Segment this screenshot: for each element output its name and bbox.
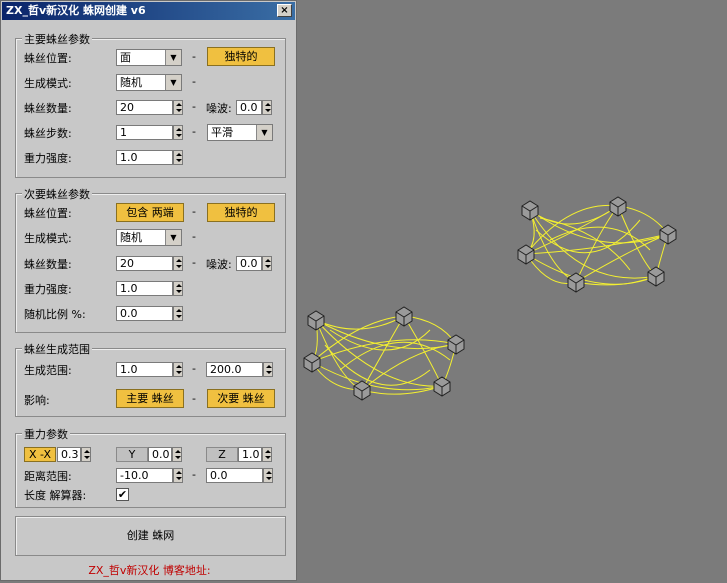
mode-select[interactable]: 随机 ▼ bbox=[116, 74, 182, 91]
dash: - bbox=[192, 50, 196, 63]
gravity-label: 重力强度: bbox=[24, 152, 72, 165]
dash: - bbox=[192, 256, 196, 269]
noise-input[interactable]: 0.0 bbox=[236, 256, 262, 271]
range-label: 生成范围: bbox=[24, 364, 72, 377]
primary-web-group: 主要蛛丝参数 蛛丝位置: 面 ▼ - 独特的 生成模式: 随机 ▼ - 蛛丝数量: … bbox=[15, 31, 286, 178]
distance-min-spinner[interactable] bbox=[173, 468, 183, 483]
mode-label: 生成模式: bbox=[24, 232, 72, 245]
steps-spinner[interactable] bbox=[173, 125, 183, 140]
gravity-spinner[interactable] bbox=[173, 281, 183, 296]
chevron-down-icon: ▼ bbox=[165, 50, 181, 65]
noise-label: 噪波: bbox=[206, 102, 232, 115]
group-title: 次要蛛丝参数 bbox=[22, 186, 92, 202]
group-title: 蛛丝生成范围 bbox=[22, 341, 92, 357]
gravity-group: 重力参数 X -X 0.3 Y 0.0 Z 1.0 距离范围: -10.0 - … bbox=[15, 426, 286, 508]
group-title: 主要蛛丝参数 bbox=[22, 31, 92, 47]
close-button[interactable]: × bbox=[277, 4, 292, 17]
noise-spinner[interactable] bbox=[262, 100, 272, 115]
ratio-spinner[interactable] bbox=[173, 306, 183, 321]
smooth-value: 平滑 bbox=[211, 126, 233, 139]
range-group: 蛛丝生成范围 生成范围: 1.0 - 200.0 影响: 主要 蛛丝 - 次要 … bbox=[15, 341, 286, 417]
chevron-down-icon: ▼ bbox=[165, 230, 181, 245]
position-label: 蛛丝位置: bbox=[24, 207, 72, 220]
range-min-input[interactable]: 1.0 bbox=[116, 362, 173, 377]
viewport-scene bbox=[303, 196, 677, 401]
position-value: 面 bbox=[120, 51, 131, 64]
range-max-input[interactable]: 200.0 bbox=[206, 362, 263, 377]
z-input[interactable]: 1.0 bbox=[238, 447, 262, 462]
ratio-input[interactable]: 0.0 bbox=[116, 306, 173, 321]
secondary-web-group: 次要蛛丝参数 蛛丝位置: 包含 两端 - 独特的 生成模式: 随机 ▼ - 蛛丝数… bbox=[15, 186, 286, 333]
dash: - bbox=[192, 100, 196, 113]
chevron-down-icon: ▼ bbox=[165, 75, 181, 90]
position-label: 蛛丝位置: bbox=[24, 52, 72, 65]
gravity-input[interactable]: 1.0 bbox=[116, 281, 173, 296]
noise-input[interactable]: 0.0 bbox=[236, 100, 262, 115]
mode-value: 随机 bbox=[120, 76, 142, 89]
viewport[interactable] bbox=[300, 0, 727, 583]
solver-checkbox[interactable]: ✔ bbox=[116, 488, 129, 501]
affect-label: 影响: bbox=[24, 394, 50, 407]
ratio-label: 随机比例 %: bbox=[24, 308, 86, 321]
dash: - bbox=[192, 125, 196, 138]
dash: - bbox=[192, 392, 196, 405]
unique-button[interactable]: 独特的 bbox=[207, 47, 275, 66]
distance-max-spinner[interactable] bbox=[263, 468, 273, 483]
mode-value: 随机 bbox=[120, 231, 142, 244]
title-bar[interactable]: ZX_哲v新汉化 蛛网创建 v6 × bbox=[2, 2, 295, 20]
position-select[interactable]: 面 ▼ bbox=[116, 49, 182, 66]
z-axis-button[interactable]: Z bbox=[206, 447, 238, 462]
steps-input[interactable]: 1 bbox=[116, 125, 173, 140]
count-spinner[interactable] bbox=[173, 100, 183, 115]
include-ends-button[interactable]: 包含 两端 bbox=[116, 203, 184, 222]
noise-spinner[interactable] bbox=[262, 256, 272, 271]
dash: - bbox=[192, 230, 196, 243]
gravity-input[interactable]: 1.0 bbox=[116, 150, 173, 165]
distance-max-input[interactable]: 0.0 bbox=[206, 468, 263, 483]
count-input[interactable]: 20 bbox=[116, 256, 173, 271]
dash: - bbox=[192, 205, 196, 218]
count-label: 蛛丝数量: bbox=[24, 102, 72, 115]
mode-label: 生成模式: bbox=[24, 77, 72, 90]
x-spinner[interactable] bbox=[81, 447, 91, 462]
noise-label: 噪波: bbox=[206, 258, 232, 271]
distance-label: 距离范围: bbox=[24, 470, 72, 483]
affect-secondary-button[interactable]: 次要 蛛丝 bbox=[207, 389, 275, 408]
spider-web-right bbox=[525, 204, 669, 286]
x-input[interactable]: 0.3 bbox=[57, 447, 81, 462]
y-input[interactable]: 0.0 bbox=[148, 447, 172, 462]
blog-link[interactable]: ZX_哲v新汉化 博客地址: bbox=[1, 562, 298, 578]
smooth-select[interactable]: 平滑 ▼ bbox=[207, 124, 273, 141]
steps-label: 蛛丝步数: bbox=[24, 127, 72, 140]
group-title: 重力参数 bbox=[22, 426, 70, 442]
count-label: 蛛丝数量: bbox=[24, 258, 72, 271]
gravity-label: 重力强度: bbox=[24, 283, 72, 296]
solver-label: 长度 解算器: bbox=[24, 489, 87, 502]
count-input[interactable]: 20 bbox=[116, 100, 173, 115]
unique-button[interactable]: 独特的 bbox=[207, 203, 275, 222]
y-axis-button[interactable]: Y bbox=[116, 447, 148, 462]
node-cubes bbox=[303, 196, 677, 401]
dash: - bbox=[192, 468, 196, 481]
spider-web-dialog: ZX_哲v新汉化 蛛网创建 v6 × 主要蛛丝参数 蛛丝位置: 面 ▼ - 独特的… bbox=[0, 0, 297, 581]
mode-select[interactable]: 随机 ▼ bbox=[116, 229, 182, 246]
chevron-down-icon: ▼ bbox=[256, 125, 272, 140]
dash: - bbox=[192, 75, 196, 88]
window-title: ZX_哲v新汉化 蛛网创建 v6 bbox=[6, 4, 146, 17]
distance-min-input[interactable]: -10.0 bbox=[116, 468, 173, 483]
affect-primary-button[interactable]: 主要 蛛丝 bbox=[116, 389, 184, 408]
create-web-button[interactable]: 创建 蛛网 bbox=[15, 516, 286, 556]
y-spinner[interactable] bbox=[172, 447, 182, 462]
range-min-spinner[interactable] bbox=[173, 362, 183, 377]
gravity-spinner[interactable] bbox=[173, 150, 183, 165]
count-spinner[interactable] bbox=[173, 256, 183, 271]
dash: - bbox=[192, 362, 196, 375]
range-max-spinner[interactable] bbox=[263, 362, 273, 377]
z-spinner[interactable] bbox=[262, 447, 272, 462]
x-axis-button[interactable]: X -X bbox=[24, 447, 56, 462]
